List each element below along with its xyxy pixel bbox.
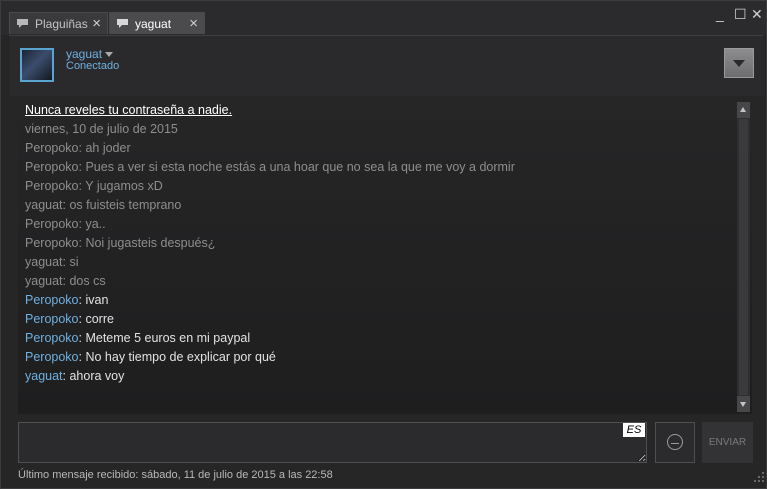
sender-name: Peropoko xyxy=(25,293,79,307)
friend-header: yaguat Conectado xyxy=(10,36,763,96)
message-text: : Meteme 5 euros en mi paypal xyxy=(78,331,251,345)
friend-name[interactable]: yaguat xyxy=(66,47,102,61)
last-message-status: Último mensaje recibido: sábado, 11 de j… xyxy=(18,469,333,481)
minimize-icon[interactable]: _ xyxy=(716,6,724,22)
history-message: Peropoko: ya.. xyxy=(25,217,106,231)
security-warning[interactable]: Nunca reveles tu contraseña a nadie. xyxy=(25,103,232,117)
chat-window: Plaguiñas × yaguat × _ ☐ ✕ yaguat Conect… xyxy=(0,0,767,489)
tab-yaguat[interactable]: yaguat × xyxy=(109,12,205,34)
history-message: Peropoko: Noi jugasteis después¿ xyxy=(25,236,216,250)
message-text: : ahora voy xyxy=(62,369,125,383)
chat-message: Peropoko: Meteme 5 euros en mi paypal xyxy=(25,331,250,345)
friend-status: Conectado xyxy=(66,60,120,72)
sender-name: yaguat xyxy=(25,369,63,383)
chat-bubble-icon xyxy=(16,18,29,29)
sender-name: Peropoko xyxy=(25,331,79,345)
emoticon-button[interactable] xyxy=(655,422,695,463)
language-indicator: ES xyxy=(623,423,645,437)
menu-arrow-icon[interactable] xyxy=(724,48,754,78)
history-message: yaguat: os fuisteis temprano xyxy=(25,198,182,212)
message-text: : corre xyxy=(78,312,114,326)
tab-plaguinas[interactable]: Plaguiñas × xyxy=(9,12,108,34)
history-message: yaguat: si xyxy=(25,255,79,269)
date-header: viernes, 10 de julio de 2015 xyxy=(25,122,178,136)
title-bar[interactable]: Plaguiñas × yaguat × _ ☐ ✕ xyxy=(1,1,766,35)
send-button[interactable]: ENVIAR xyxy=(702,422,753,463)
message-text: : No hay tiempo de explicar por qué xyxy=(78,350,276,364)
history-message: Peropoko: Pues a ver si esta noche estás… xyxy=(25,160,515,174)
scroll-thumb[interactable] xyxy=(739,119,748,395)
close-tab-icon[interactable]: × xyxy=(92,16,101,31)
chat-message: Peropoko: No hay tiempo de explicar por … xyxy=(25,350,276,364)
chat-message: yaguat: ahora voy xyxy=(25,369,124,383)
caret-down-icon[interactable] xyxy=(105,52,113,57)
emoticon-icon xyxy=(667,434,683,450)
resize-grip-icon[interactable] xyxy=(753,471,765,483)
close-tab-icon[interactable]: × xyxy=(189,16,198,31)
sender-name: Peropoko xyxy=(25,350,79,364)
chat-scrollbar[interactable] xyxy=(737,102,750,412)
chat-message: Peropoko: corre xyxy=(25,312,114,326)
chat-log: Nunca reveles tu contraseña a nadie. vie… xyxy=(18,96,752,414)
history-message: Peropoko: Y jugamos xD xyxy=(25,179,163,193)
message-text: : ivan xyxy=(78,293,109,307)
chat-message: Peropoko: ivan xyxy=(25,293,108,307)
chat-bubble-icon xyxy=(116,18,129,29)
tab-label: Plaguiñas xyxy=(35,16,88,31)
scroll-down-icon[interactable] xyxy=(737,396,750,412)
close-window-icon[interactable]: ✕ xyxy=(751,6,763,23)
tab-label: yaguat xyxy=(135,16,172,31)
avatar[interactable] xyxy=(20,48,54,82)
scroll-up-icon[interactable] xyxy=(737,102,750,118)
history-message: Peropoko: ah joder xyxy=(25,141,131,155)
history-message: yaguat: dos cs xyxy=(25,274,106,288)
message-input[interactable] xyxy=(18,422,647,463)
maximize-icon[interactable]: ☐ xyxy=(734,6,747,23)
sender-name: Peropoko xyxy=(25,312,79,326)
